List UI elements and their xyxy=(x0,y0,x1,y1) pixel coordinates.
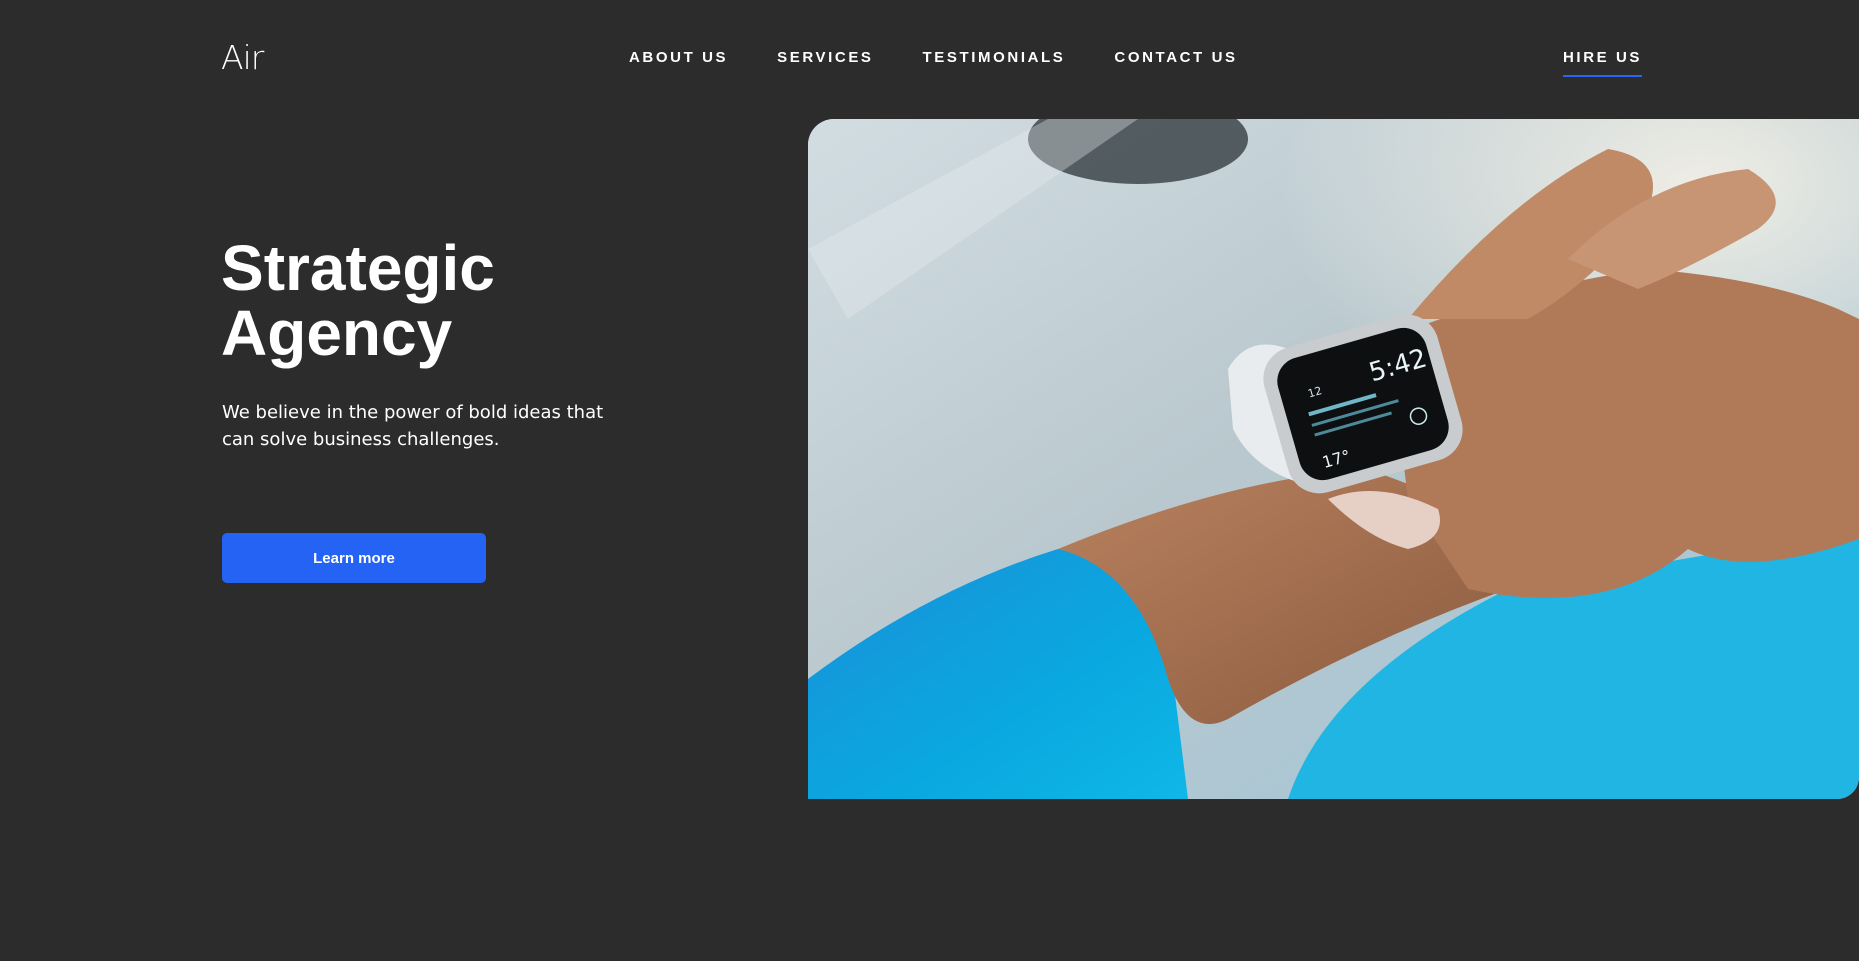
page: Air ABOUT US SERVICES TESTIMONIALS CONTA… xyxy=(0,0,1859,961)
nav-contact-us[interactable]: CONTACT US xyxy=(1114,49,1237,66)
hire-us-link[interactable]: HIRE US xyxy=(1563,49,1643,77)
hero-image: 5:42 12 17° xyxy=(808,119,1859,799)
next-section-heading-peek xyxy=(838,950,898,961)
nav-services[interactable]: SERVICES xyxy=(777,49,873,66)
hero-panel xyxy=(0,118,810,799)
hero-title: Strategic Agency xyxy=(221,232,495,369)
site-header: Air ABOUT US SERVICES TESTIMONIALS CONTA… xyxy=(0,0,1859,118)
nav-testimonials[interactable]: TESTIMONIALS xyxy=(923,49,1066,66)
hero-subtitle: We believe in the power of bold ideas th… xyxy=(222,402,604,450)
smartwatch-photo: 5:42 12 17° xyxy=(808,119,1859,799)
main-nav: ABOUT US SERVICES TESTIMONIALS CONTACT U… xyxy=(629,49,1287,66)
logo[interactable]: Air xyxy=(221,38,264,77)
nav-about-us[interactable]: ABOUT US xyxy=(629,49,728,66)
learn-more-button[interactable]: Learn more xyxy=(222,533,486,583)
